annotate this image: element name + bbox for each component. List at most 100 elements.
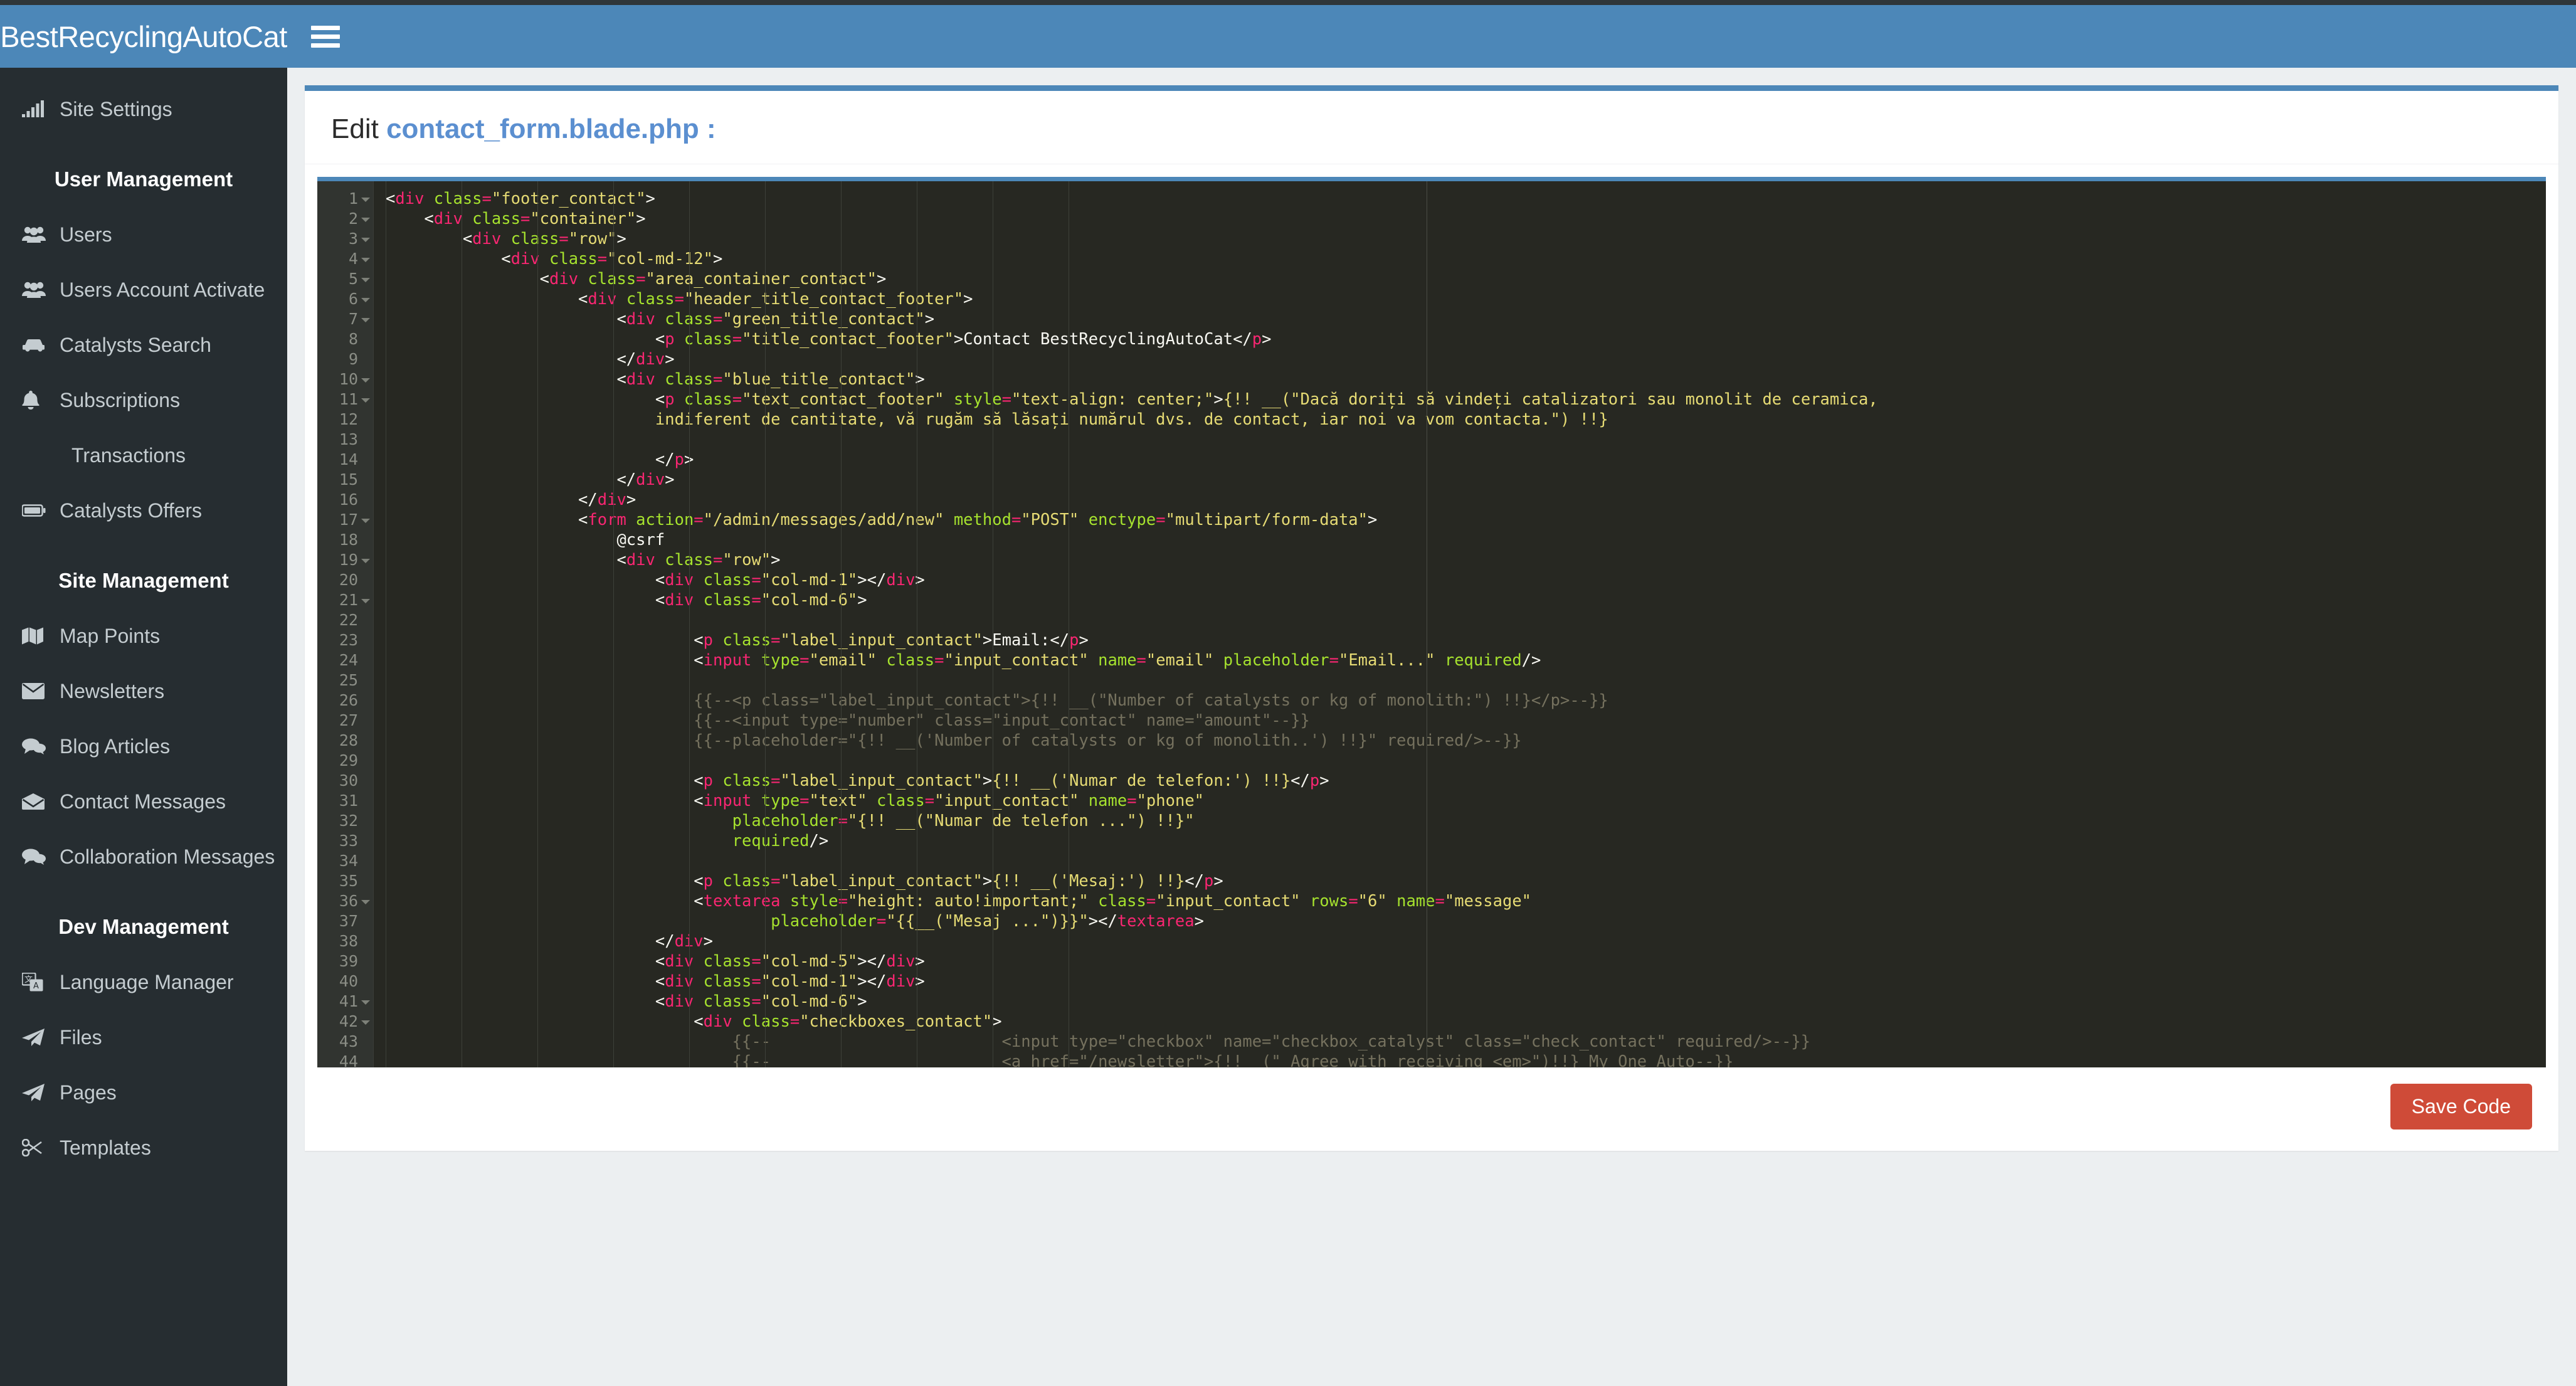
code-token: = [1136,651,1146,670]
code-token: "input_contact" [934,791,1079,810]
hamburger-icon[interactable] [311,25,344,48]
indent-guide [537,181,538,1067]
fold-toggle-icon[interactable] [361,519,370,523]
line-number: 15 [339,470,358,489]
sidebar-item-templates[interactable]: Templates [0,1120,287,1175]
editor-code-area[interactable]: <div class="footer_contact"> <div class=… [374,181,2546,1067]
code-token: > [877,270,887,288]
fold-toggle-icon[interactable] [361,1020,370,1025]
code-token: div [626,310,655,329]
save-code-button[interactable]: Save Code [2390,1084,2532,1129]
code-token: class [674,330,732,349]
code-token: > [1213,390,1223,409]
code-line: required/> [374,831,2546,851]
code-line: {{--<p class="label_input_contact">{!! _… [374,690,2546,711]
sidebar-item-catalysts-offers[interactable]: Catalysts Offers [0,483,287,538]
brand-header[interactable]: BestRecyclingAutoCat [0,0,287,68]
code-token: placeholder [386,812,838,830]
page-title-filename: contact_form.blade.php [386,114,699,144]
code-token: "col-md-12" [607,250,714,268]
card-footer: Save Code [305,1067,2558,1151]
editor-gutter[interactable]: 1 2 3 4 5 6 7 8 9 10 11 12 13 14 15 16 17 18 19 20 21 22 23 24 2… [317,181,374,1067]
code-token: ></ [857,952,887,971]
fold-toggle-icon[interactable] [361,559,370,563]
sidebar-item-catalysts-search[interactable]: Catalysts Search [0,317,287,373]
sidebar-item-users-account-activate[interactable]: Users Account Activate [0,262,287,317]
fold-toggle-icon[interactable] [361,318,370,322]
envelope-icon [22,681,50,701]
sidebar-item-language-manager[interactable]: 文 A Language Manager [0,955,287,1010]
code-token: = [559,230,569,248]
sidebar: BestRecyclingAutoCat Site Settings User M… [0,0,287,1386]
fold-toggle-icon[interactable] [361,258,370,262]
code-line: <div class="area_container_contact"> [374,269,2546,289]
code-token: > [1368,510,1378,529]
fold-toggle-icon[interactable] [361,900,370,904]
code-line: <div class="col-md-12"> [374,249,2546,269]
code-token: {{--<input type="number" class="input_co… [386,711,1310,730]
sidebar-item-contact-messages[interactable]: Contact Messages [0,774,287,829]
code-token: > [616,230,626,248]
code-token: p [674,450,684,469]
code-line: <div class="col-md-1"></div> [374,971,2546,992]
users-icon [22,280,50,300]
code-token: class [462,209,520,228]
fold-toggle-icon[interactable] [361,278,370,282]
sidebar-item-users[interactable]: Users [0,207,287,262]
page-title-suffix: : [707,114,716,144]
code-line: <div class="row"> [374,229,2546,249]
code-token: < [386,310,626,329]
fold-toggle-icon[interactable] [361,378,370,383]
sidebar-item-files[interactable]: Files [0,1010,287,1065]
sidebar-item-transactions[interactable]: Transactions [0,428,287,483]
code-token: > [665,350,675,369]
fold-toggle-icon[interactable] [361,599,370,603]
sidebar-item-site-settings[interactable]: Site Settings [0,82,287,137]
fold-toggle-icon[interactable] [361,298,370,302]
code-token: "container" [530,209,636,228]
code-token: {{--placeholder="{!! __('Number of catal… [386,731,1522,750]
sidebar-item-newsletters[interactable]: Newsletters [0,664,287,719]
sidebar-section-header: Site Management [58,569,229,592]
code-token: = [876,912,887,931]
code-line: </div> [374,931,2546,951]
code-token: class [501,230,559,248]
code-token: {!! __("Dacă doriți să vindeți catalizat… [1223,390,1878,409]
code-token: div [433,209,463,228]
code-token: "checkboxes_contact" [800,1012,993,1031]
code-token: < [386,791,704,810]
fold-toggle-icon[interactable] [361,198,370,202]
code-token: {{-- <input type="checkbox" name="checkb… [386,1032,1811,1051]
code-token: class [655,310,713,329]
code-token: class [713,771,771,790]
code-token: "text" [809,791,867,810]
sidebar-item-map-points[interactable]: Map Points [0,608,287,664]
code-editor[interactable]: 1 2 3 4 5 6 7 8 9 10 11 12 13 14 15 16 17 18 19 20 21 22 23 24 2… [317,177,2546,1067]
code-token: p [1309,771,1320,790]
sidebar-item-subscriptions[interactable]: Subscriptions [0,373,287,428]
fold-toggle-icon[interactable] [361,398,370,403]
sidebar-item-pages[interactable]: Pages [0,1065,287,1120]
code-token: class [578,270,636,288]
code-token: "input_contact" [944,651,1089,670]
code-token: > [703,932,713,951]
line-number: 10 [317,369,373,389]
code-token: < [386,250,511,268]
line-number: 18 [339,531,358,549]
sidebar-item-blog-articles[interactable]: Blog Articles [0,719,287,774]
code-token: < [386,992,665,1011]
line-number: 39 [339,952,358,970]
code-token: = [838,892,848,911]
line-number: 28 [339,731,358,749]
brand-title: BestRecyclingAutoCat [0,19,287,53]
code-line: <p class="label_input_contact">{!! __('N… [374,771,2546,791]
hamburger-bar [311,34,340,39]
code-line: <div class="green_title_contact"> [374,309,2546,329]
line-number: 25 [339,671,358,689]
fold-toggle-icon[interactable] [361,1000,370,1005]
sidebar-item-collaboration-messages[interactable]: Collaboration Messages [0,829,287,884]
fold-toggle-icon[interactable] [361,218,370,222]
code-line: <input type="text" class="input_contact"… [374,791,2546,811]
code-token: "email" [809,651,877,670]
fold-toggle-icon[interactable] [361,238,370,242]
